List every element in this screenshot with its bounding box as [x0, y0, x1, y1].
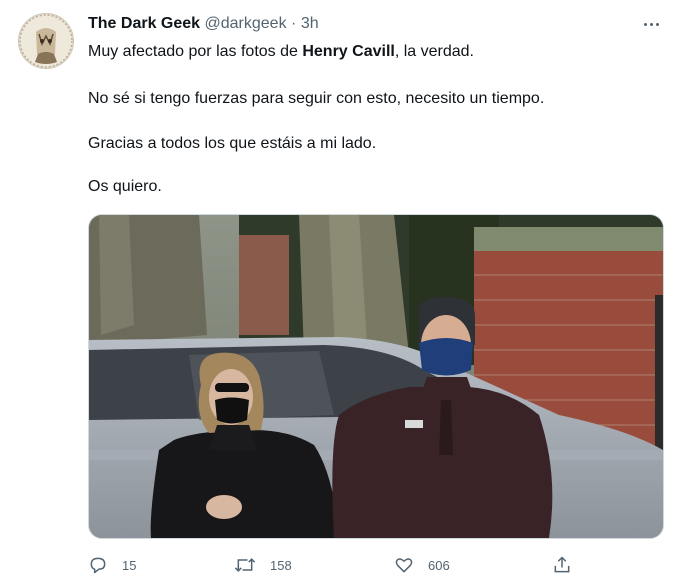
author-name[interactable]: The Dark Geek	[88, 15, 200, 32]
avatar[interactable]	[18, 13, 74, 69]
reply-count: 15	[122, 557, 137, 573]
tweet-timestamp[interactable]: 3h	[301, 15, 319, 32]
tweet-text-line-2: No sé si tengo fuerzas para seguir con e…	[88, 90, 545, 107]
tweet-text-bold: Henry Cavill	[302, 43, 395, 60]
like-button[interactable]: 606	[394, 554, 450, 576]
tweet-actions: 15 158 606	[88, 554, 668, 576]
retweet-arrows-icon	[234, 558, 256, 572]
share-upload-icon	[554, 556, 570, 573]
tweet-text-line-3: Gracias a todos los que estáis a mi lado…	[88, 135, 377, 152]
share-button[interactable]	[552, 554, 572, 576]
tweet-photo[interactable]	[88, 214, 664, 539]
photo-image	[89, 215, 663, 538]
heart-icon	[395, 558, 413, 573]
reply-bubble-icon	[90, 557, 106, 574]
tweet-card[interactable]: The Dark Geek @darkgeek · 3h Muy afectad…	[0, 0, 680, 585]
tweet-text-segment: , la verdad.	[394, 43, 474, 60]
tweet-text-line-1: Muy afectado por las fotos de Henry Cavi…	[88, 42, 474, 62]
avatar-image	[19, 14, 73, 68]
like-count: 606	[428, 557, 450, 573]
retweet-button[interactable]: 158	[234, 554, 292, 576]
header-separator: ·	[291, 15, 297, 32]
tweet-text-segment: Muy afectado por las fotos de	[88, 43, 303, 60]
author-handle[interactable]: @darkgeek	[205, 15, 287, 32]
tweet-header: The Dark Geek @darkgeek · 3h	[88, 14, 319, 34]
more-options-button[interactable]	[640, 14, 664, 34]
retweet-count: 158	[270, 557, 292, 573]
reply-button[interactable]: 15	[88, 554, 136, 576]
tweet-text-line-4: Os quiero.	[88, 178, 162, 195]
